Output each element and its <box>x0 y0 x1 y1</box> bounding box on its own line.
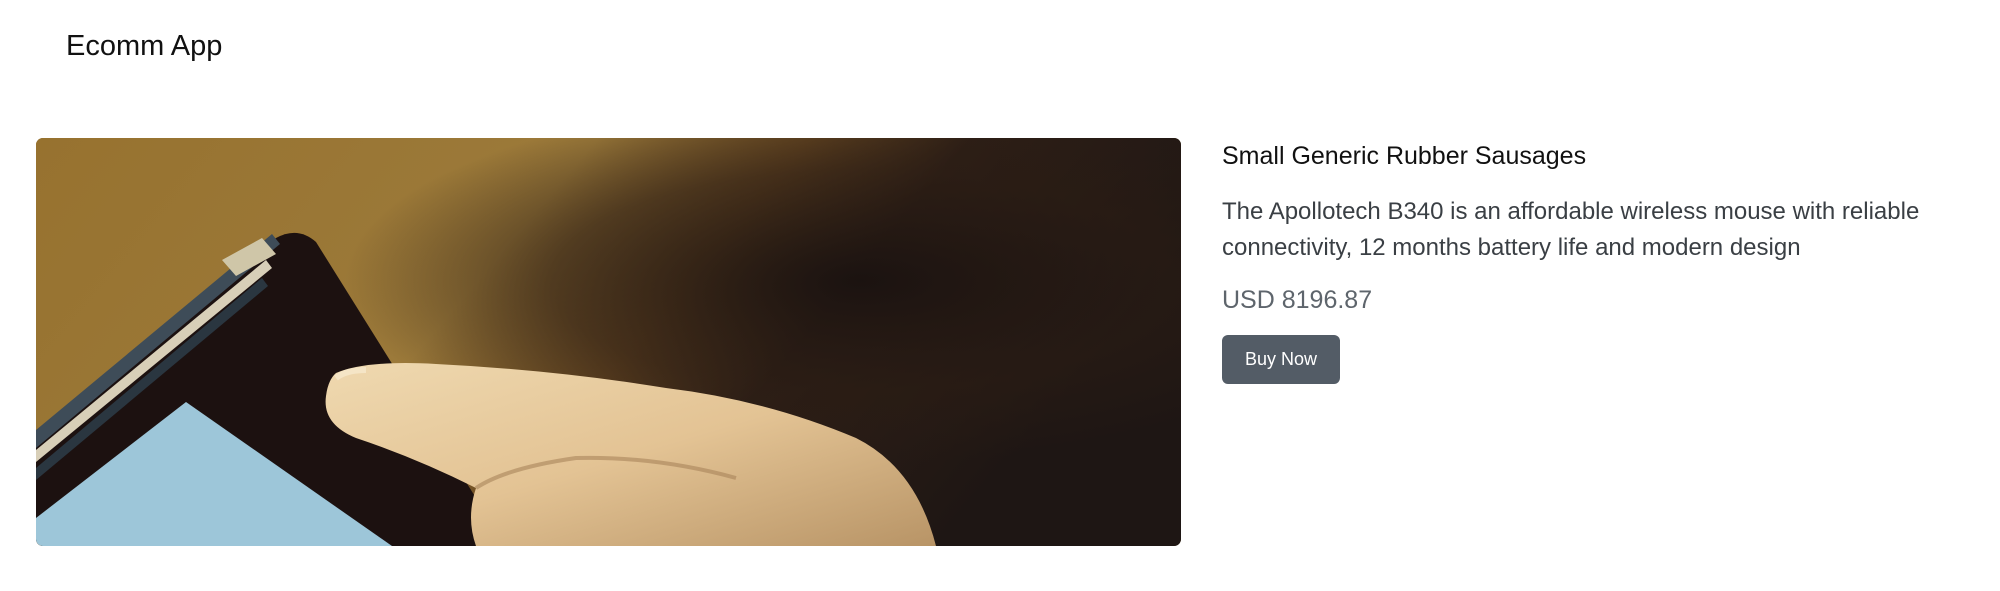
brand-link[interactable]: Ecomm App <box>66 28 222 64</box>
buy-now-button[interactable]: Buy Now <box>1222 335 1340 384</box>
navbar: Ecomm App <box>0 0 2000 96</box>
product-image <box>36 138 1181 546</box>
page: Ecomm App Small Generic Rubber Sausages … <box>0 0 2000 591</box>
product-details: Small Generic Rubber Sausages The Apollo… <box>1222 140 1962 384</box>
product-photo <box>36 138 1181 546</box>
product-title: Small Generic Rubber Sausages <box>1222 142 1587 170</box>
product-price: USD 8196.87 <box>1222 286 1373 314</box>
product-description: The Apollotech B340 is an affordable wir… <box>1222 198 1920 261</box>
